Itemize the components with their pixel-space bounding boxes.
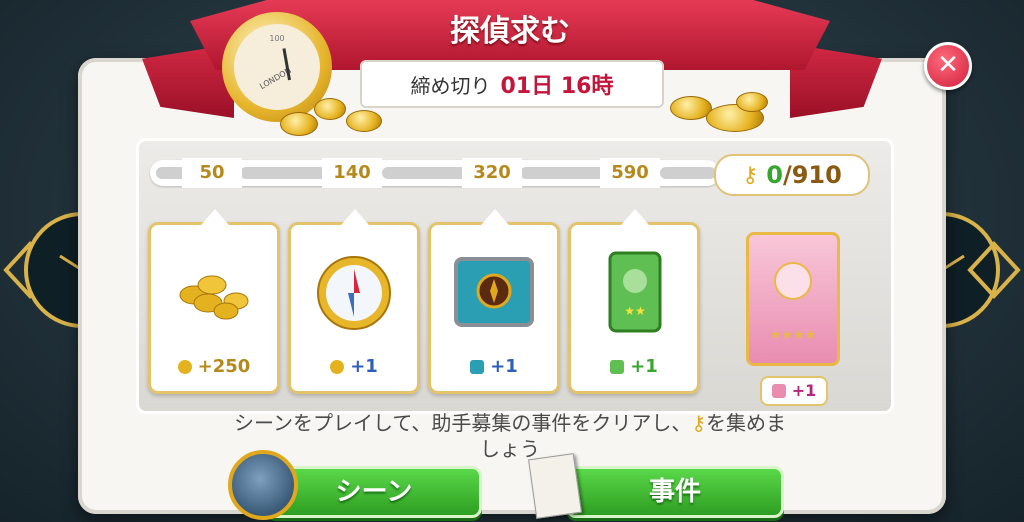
progress-segment [660,167,716,179]
milestone-label: 50 [182,158,242,188]
final-reward-amount-text: +1 [791,381,817,400]
reward-card-coins[interactable]: +250 [148,209,280,394]
scene-button[interactable]: シーン [266,466,482,518]
coin-icon [736,92,768,112]
close-button[interactable]: ✕ [924,42,972,90]
reward-amount-text: +1 [350,356,378,377]
final-reward-amount: +1 [760,376,828,406]
milestone-label: 140 [322,158,382,188]
card-pointer [481,209,509,225]
deadline-value: 01日 16時 [500,74,614,99]
coin-icon [177,360,192,374]
pink-card-icon[interactable]: ★★★★ [746,232,840,366]
coin-icon [314,98,346,120]
key-score-current: 0 [766,161,783,189]
card-pointer [621,209,649,225]
reward-amount: +250 [151,356,277,377]
magnifier-scene-icon[interactable] [228,450,298,520]
svg-text:★★: ★★ [624,304,646,318]
coins-icon [179,275,249,320]
reward-amount: +1 [571,356,697,377]
deadline-box: 締め切り 01日 16時 [360,60,664,108]
green-card-icon: ★★ [608,251,662,333]
card-pointer [201,209,229,225]
reward-amount: +1 [431,356,557,377]
compass-icon [330,360,345,374]
reward-card-green-card[interactable]: ★★ +1 [568,209,700,394]
pink-card-icon [771,384,786,398]
key-icon: ⚷ [691,411,707,435]
chest-icon [454,257,534,327]
key-score-total: /910 [782,161,842,189]
reward-amount-text: +250 [197,356,251,377]
chest-icon [470,360,485,374]
instruction-line-1: シーンをプレイして、助手募集の事件をクリアし、 [233,411,692,435]
stopwatch-number: 100 [269,34,285,43]
stopwatch-face: 100 LONDON [234,24,320,110]
instruction-line-1b: を集めま [706,411,787,435]
card-pointer [341,209,369,225]
coin-icon [280,112,318,136]
green-card-icon [610,360,625,374]
milestone-label: 320 [462,158,522,188]
reward-card-chest[interactable]: +1 [428,209,560,394]
instruction-line-2: しょう [480,437,540,461]
milestone-label: 590 [600,158,660,188]
case-file-icon[interactable] [528,453,582,519]
key-score: ⚷ 0 /910 [714,154,870,196]
pink-card-art: ★★★★ [770,262,817,343]
reward-amount-text: +1 [630,356,658,377]
deadline-label: 締め切り [410,73,491,98]
reward-card-compass[interactable]: +1 [288,209,420,394]
reward-amount: +1 [291,356,417,377]
coin-icon [346,110,382,132]
case-button[interactable]: 事件 [566,466,784,518]
svg-text:★★★★: ★★★★ [770,328,817,343]
key-icon: ⚷ [742,162,759,188]
compass-icon [317,256,391,330]
reward-amount-text: +1 [490,356,518,377]
event-title: 探偵求む [450,14,570,49]
